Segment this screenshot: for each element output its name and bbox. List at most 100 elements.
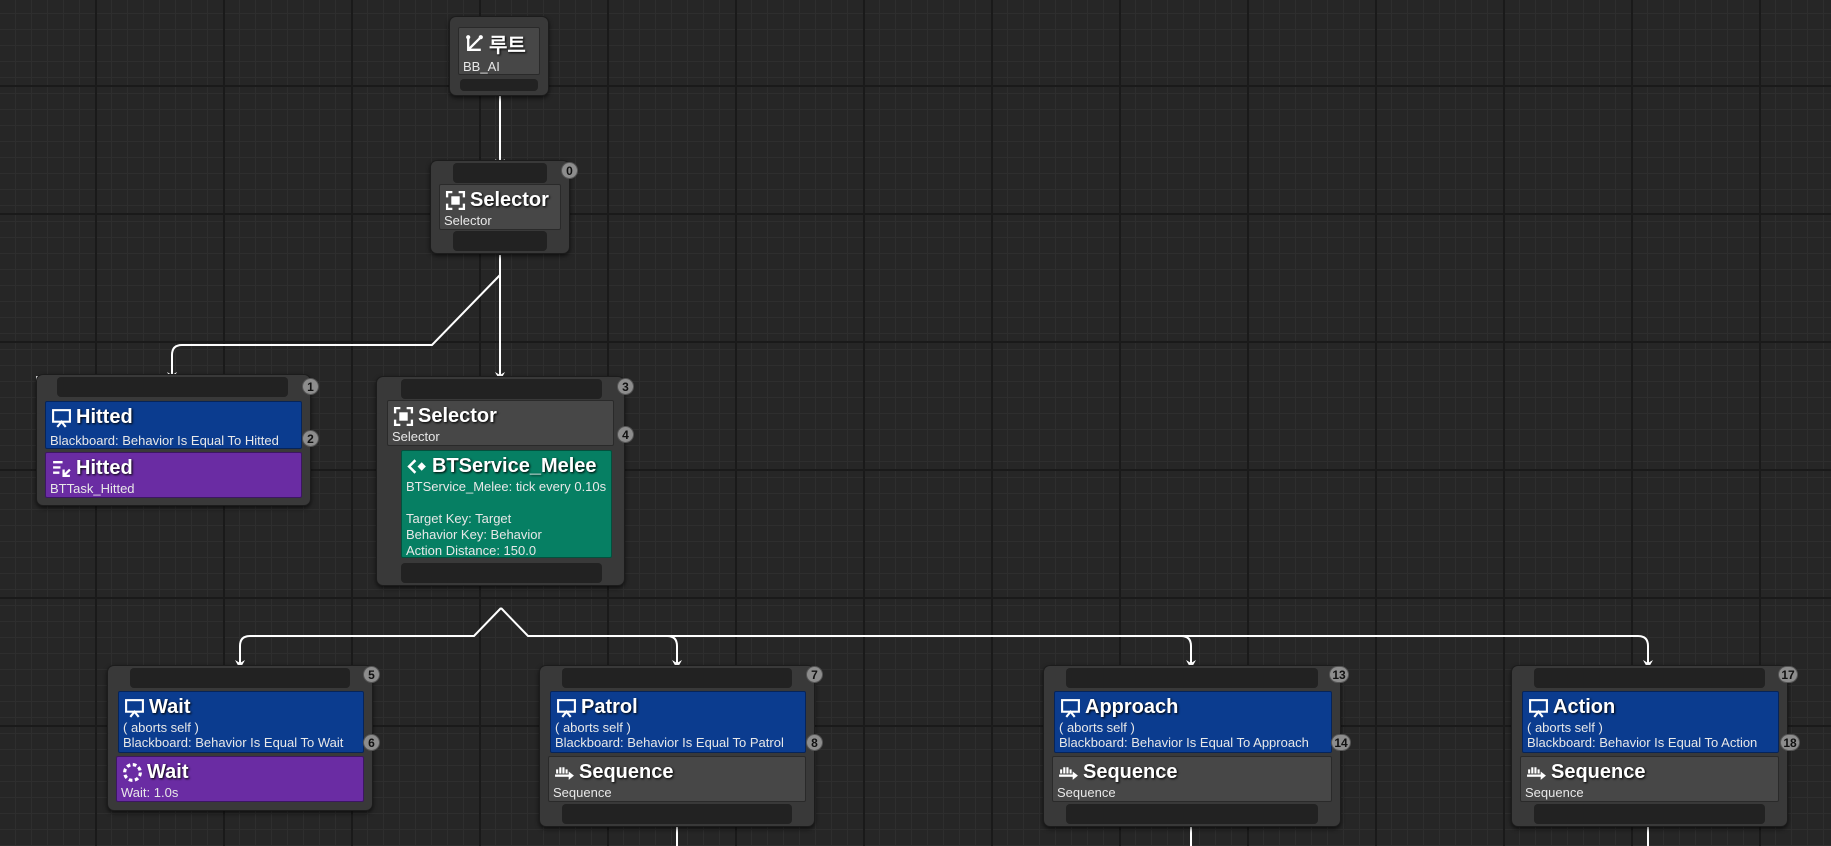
action-input-pin[interactable] xyxy=(1534,668,1765,688)
sequence-approach[interactable]: Sequence Sequence xyxy=(1052,756,1332,802)
task-hitted-title: Hitted xyxy=(76,456,133,479)
hitted-branch-node[interactable]: Hitted Blackboard: Behavior Is Equal To … xyxy=(36,374,311,506)
decorator-icon xyxy=(557,698,576,718)
service-bt-melee[interactable]: BTService_Melee BTService_Melee: tick ev… xyxy=(401,450,612,558)
decorator-patrol[interactable]: Patrol ( aborts self ) Blackboard: Behav… xyxy=(550,691,806,753)
decorator-patrol-detail: Blackboard: Behavior Is Equal To Patrol xyxy=(555,735,784,750)
decorator-patrol-abort: ( aborts self ) xyxy=(555,720,631,735)
hitted-input-pin[interactable] xyxy=(57,377,288,397)
selector-melee-subtitle: Selector xyxy=(392,429,440,444)
action-output-pin[interactable] xyxy=(1534,804,1765,824)
wait-branch-node[interactable]: Wait ( aborts self ) Blackboard: Behavio… xyxy=(107,665,373,811)
sequence-icon xyxy=(555,766,574,780)
selector-icon xyxy=(393,406,414,426)
wire-melee-patrol xyxy=(500,607,682,669)
selector-main-title-box: Selector Selector xyxy=(439,184,561,230)
task-wait-title: Wait xyxy=(147,760,189,783)
sequence-patrol-title: Sequence xyxy=(579,760,674,783)
node-index-badge: 2 xyxy=(302,430,319,447)
node-index-badge: 3 xyxy=(617,378,634,395)
decorator-action[interactable]: Action ( aborts self ) Blackboard: Behav… xyxy=(1522,691,1779,753)
patrol-input-pin[interactable] xyxy=(562,668,792,688)
sequence-action-title: Sequence xyxy=(1551,760,1646,783)
task-hitted[interactable]: Hitted BTTask_Hitted xyxy=(45,452,302,498)
selector-melee-title: Selector xyxy=(418,404,497,427)
node-index-badge: 7 xyxy=(806,666,823,683)
root-node[interactable]: 루트 BB_AI xyxy=(449,16,549,96)
decorator-action-title: Action xyxy=(1553,695,1616,718)
node-index-badge: 14 xyxy=(1331,734,1351,751)
approach-input-pin[interactable] xyxy=(1066,668,1318,688)
approach-output-pin[interactable] xyxy=(1066,804,1318,824)
root-title-box: 루트 BB_AI xyxy=(458,27,540,75)
node-index-badge: 6 xyxy=(363,734,380,751)
sequence-approach-subtitle: Sequence xyxy=(1057,785,1116,800)
sequence-icon xyxy=(1059,766,1078,780)
task-hitted-detail: BTTask_Hitted xyxy=(50,481,135,496)
wait-icon xyxy=(123,762,142,782)
decorator-icon xyxy=(1529,698,1548,718)
root-icon xyxy=(466,34,483,51)
selector-melee-input-pin[interactable] xyxy=(401,379,602,399)
decorator-wait[interactable]: Wait ( aborts self ) Blackboard: Behavio… xyxy=(118,691,364,753)
sequence-action[interactable]: Sequence Sequence xyxy=(1520,756,1779,802)
service-line-3: Target Key: Target xyxy=(406,511,512,526)
patrol-output-pin[interactable] xyxy=(562,804,792,824)
patrol-branch-node[interactable]: Patrol ( aborts self ) Blackboard: Behav… xyxy=(539,665,815,827)
root-title: 루트 xyxy=(489,34,526,57)
root-blackboard: BB_AI xyxy=(463,59,500,74)
decorator-approach-abort: ( aborts self ) xyxy=(1059,720,1135,735)
decorator-action-detail: Blackboard: Behavior Is Equal To Action xyxy=(1527,735,1758,750)
approach-branch-node[interactable]: Approach ( aborts self ) Blackboard: Beh… xyxy=(1043,665,1341,827)
wire-melee-wait xyxy=(235,607,502,669)
decorator-wait-abort: ( aborts self ) xyxy=(123,720,199,735)
decorator-hitted-detail: Blackboard: Behavior Is Equal To Hitted xyxy=(50,433,279,448)
sequence-icon xyxy=(1527,766,1546,780)
task-wait-detail: Wait: 1.0s xyxy=(121,785,179,800)
node-index-badge: 8 xyxy=(806,734,823,751)
node-index-badge: 0 xyxy=(561,162,578,179)
selector-icon xyxy=(445,190,466,210)
node-index-badge: 18 xyxy=(1780,734,1800,751)
decorator-wait-detail: Blackboard: Behavior Is Equal To Wait xyxy=(123,735,344,750)
decorator-hitted-title: Hitted xyxy=(76,405,133,428)
decorator-hitted[interactable]: Hitted Blackboard: Behavior Is Equal To … xyxy=(45,401,302,449)
node-index-badge: 13 xyxy=(1329,666,1349,683)
wait-input-pin[interactable] xyxy=(130,668,350,688)
service-line-1: BTService_Melee: tick every 0.10s xyxy=(406,479,607,494)
sequence-patrol[interactable]: Sequence Sequence xyxy=(548,756,806,802)
action-branch-node[interactable]: Action ( aborts self ) Blackboard: Behav… xyxy=(1511,665,1788,827)
selector-main-subtitle: Selector xyxy=(444,213,492,228)
decorator-approach-detail: Blackboard: Behavior Is Equal To Approac… xyxy=(1059,735,1309,750)
node-index-badge: 4 xyxy=(617,426,634,443)
service-icon xyxy=(407,458,426,474)
decorator-wait-title: Wait xyxy=(149,695,191,718)
selector-melee-output-pin[interactable] xyxy=(401,563,602,583)
node-index-badge: 17 xyxy=(1778,666,1798,683)
decorator-icon xyxy=(52,408,71,428)
root-output-pin[interactable] xyxy=(460,79,538,91)
service-line-4: Behavior Key: Behavior xyxy=(406,527,542,542)
service-line-5: Action Distance: 150.0 xyxy=(406,543,537,558)
task-icon xyxy=(53,460,71,477)
sequence-action-subtitle: Sequence xyxy=(1525,785,1584,800)
decorator-approach-title: Approach xyxy=(1085,695,1179,718)
decorator-approach[interactable]: Approach ( aborts self ) Blackboard: Beh… xyxy=(1054,691,1332,753)
selector-main-input-pin[interactable] xyxy=(453,163,547,183)
task-wait[interactable]: Wait Wait: 1.0s xyxy=(116,756,364,802)
service-title: BTService_Melee xyxy=(432,454,597,477)
sequence-patrol-subtitle: Sequence xyxy=(553,785,612,800)
decorator-action-abort: ( aborts self ) xyxy=(1527,720,1603,735)
selector-main-title: Selector xyxy=(470,188,549,211)
selector-node-main[interactable]: Selector Selector xyxy=(430,160,570,254)
decorator-icon xyxy=(125,698,144,718)
node-index-badge: 1 xyxy=(302,378,319,395)
decorator-icon xyxy=(1061,698,1080,718)
selector-melee-title-box: Selector Selector xyxy=(387,400,614,446)
node-index-badge: 5 xyxy=(363,666,380,683)
sequence-approach-title: Sequence xyxy=(1083,760,1178,783)
wire-selector-hitted xyxy=(167,274,501,381)
selector-main-output-pin[interactable] xyxy=(453,231,547,251)
decorator-patrol-title: Patrol xyxy=(581,695,638,718)
selector-node-melee[interactable]: Selector Selector BTService_Melee BTServ… xyxy=(376,376,625,586)
